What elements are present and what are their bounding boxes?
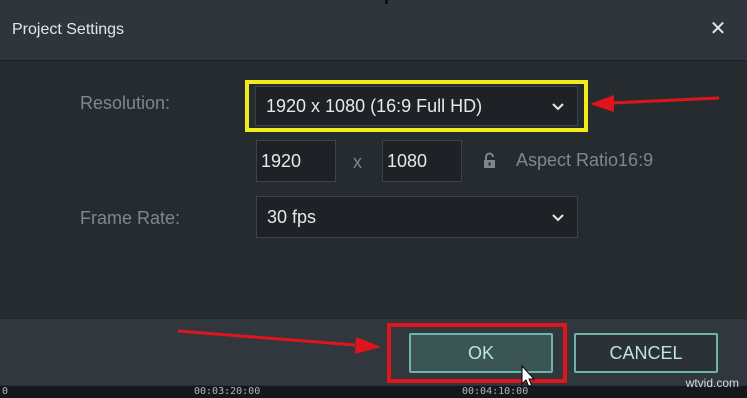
timecode-start: 0 xyxy=(2,386,9,397)
mouse-cursor-icon xyxy=(521,364,536,388)
timeline-ruler xyxy=(0,385,747,398)
red-arrow-resolution xyxy=(590,95,720,112)
annotation-arrows xyxy=(177,95,720,388)
timecode-label: 00:03:20:00 xyxy=(194,386,261,397)
timecode-label: 00:04:10:00 xyxy=(462,386,529,397)
watermark: wtvid.com xyxy=(685,376,739,390)
red-arrow-ok xyxy=(177,329,381,354)
